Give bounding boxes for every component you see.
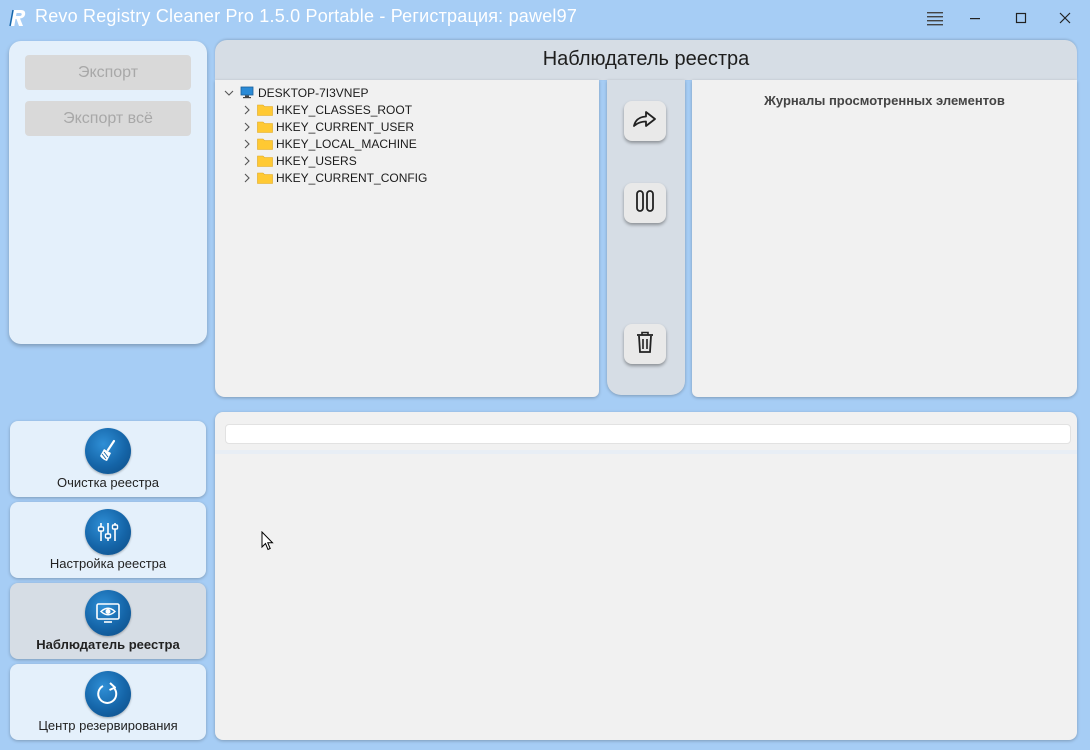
chevron-right-icon[interactable] [241,138,253,150]
share-arrow-icon [631,108,659,134]
chevron-right-icon[interactable] [241,104,253,116]
chevron-right-icon[interactable] [241,155,253,167]
nav-label: Очистка реестра [56,475,160,490]
tree-item-hkcu[interactable]: HKEY_CURRENT_USER [241,118,414,135]
backup-refresh-icon [85,671,131,717]
monitor-header: Наблюдатель реестра [215,40,1077,80]
divider [215,450,1077,454]
export-all-button[interactable]: Экспорт всё [25,101,191,136]
nav-label: Настройка реестра [49,556,167,571]
viewed-logs-pane: Журналы просмотренных элементов [692,80,1077,397]
tree-item-hklm[interactable]: HKEY_LOCAL_MACHINE [241,135,417,152]
tree-item-hkcc[interactable]: HKEY_CURRENT_CONFIG [241,169,427,186]
trash-icon [634,330,656,358]
nav-label: Наблюдатель реестра [36,637,180,652]
page-title: Наблюдатель реестра [542,48,750,70]
close-icon[interactable] [1050,4,1080,32]
nav-registry-tuning[interactable]: Настройка реестра [10,502,206,578]
menu-icon[interactable] [920,4,950,32]
monitor-controls [607,80,685,395]
tree-root-label: DESKTOP-7I3VNEP [258,85,369,100]
maximize-icon[interactable] [1006,4,1036,32]
tree-root-item[interactable]: DESKTOP-7I3VNEP [223,84,368,101]
export-panel: Экспорт Экспорт всё [9,41,207,344]
sliders-icon [85,509,131,555]
redirect-button[interactable] [624,101,666,141]
folder-icon [257,120,273,134]
nav-backup-center[interactable]: Центр резервирования [10,664,206,740]
nav-registry-cleaner[interactable]: Очистка реестра [10,421,206,497]
mouse-cursor-icon [261,530,275,551]
chevron-right-icon[interactable] [241,121,253,133]
tree-item-label: HKEY_USERS [276,153,357,168]
details-panel [215,412,1077,740]
pause-icon [634,189,656,217]
clear-button[interactable] [624,324,666,364]
tree-item-label: HKEY_LOCAL_MACHINE [276,136,417,151]
folder-icon [257,103,273,117]
tree-item-label: HKEY_CURRENT_CONFIG [276,170,428,185]
registry-tree[interactable]: DESKTOP-7I3VNEP HKEY_CLASSES_ROOT HKEY_C… [215,80,599,397]
folder-icon [257,154,273,168]
export-button[interactable]: Экспорт [25,55,191,90]
tree-item-label: HKEY_CLASSES_ROOT [276,102,413,117]
monitor-eye-icon [85,590,131,636]
computer-icon [239,86,255,100]
nav-registry-monitor[interactable]: Наблюдатель реестра [10,583,206,659]
details-input[interactable] [225,424,1071,444]
nav-label: Центр резервирования [38,718,178,733]
minimize-icon[interactable] [960,4,990,32]
window-title: Revo Registry Cleaner Pro 1.5.0 Portable… [35,6,578,26]
title-bar: Revo Registry Cleaner Pro 1.5.0 Portable… [0,0,1090,36]
app-logo-icon [8,7,28,29]
folder-icon [257,171,273,185]
pause-button[interactable] [624,183,666,223]
broom-icon [85,428,131,474]
tree-item-hkcr[interactable]: HKEY_CLASSES_ROOT [241,101,412,118]
chevron-down-icon[interactable] [223,87,235,99]
chevron-right-icon[interactable] [241,172,253,184]
tree-item-hku[interactable]: HKEY_USERS [241,152,357,169]
log-title: Журналы просмотренных элементов [764,93,1005,108]
folder-icon [257,137,273,151]
tree-item-label: HKEY_CURRENT_USER [276,119,415,134]
